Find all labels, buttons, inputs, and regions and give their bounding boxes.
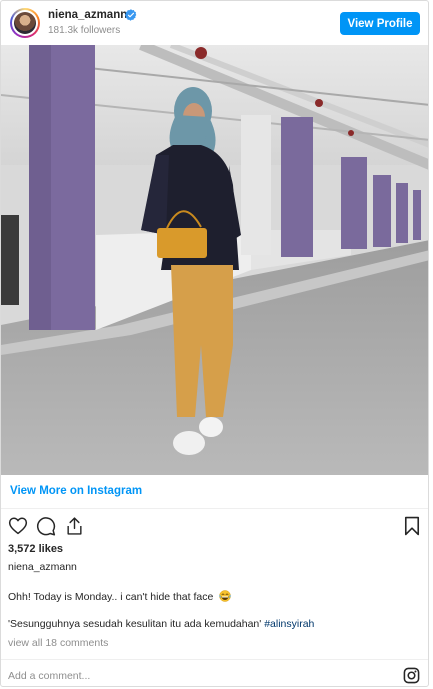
hashtag-link[interactable]: #alinsyirah	[264, 618, 314, 630]
view-all-comments-link[interactable]: view all 18 comments	[8, 637, 108, 649]
heart-icon[interactable]	[8, 516, 28, 535]
bookmark-icon[interactable]	[404, 516, 420, 536]
caption-text: Ohh! Today is Monday.. i can't hide that…	[8, 591, 214, 603]
comment-icon[interactable]	[36, 516, 56, 536]
follower-count: 181.3k followers	[48, 25, 121, 36]
share-icon[interactable]	[65, 516, 84, 536]
username[interactable]: niena_azmann	[48, 9, 127, 21]
post-photo[interactable]	[1, 45, 428, 475]
view-more-link[interactable]: View More on Instagram	[10, 485, 142, 497]
like-count[interactable]: 3,572 likes	[8, 543, 63, 555]
caption-line-1: Ohh! Today is Monday.. i can't hide that…	[8, 590, 231, 603]
laughing-emoji-icon	[219, 590, 231, 602]
caption-quote: 'Sesungguhnya sesudah kesulitan itu ada …	[8, 618, 262, 630]
photo-illustration	[1, 45, 428, 475]
verified-badge-icon	[125, 9, 137, 21]
caption-username[interactable]: niena_azmann	[8, 561, 77, 573]
caption-line-2: 'Sesungguhnya sesudah kesulitan itu ada …	[8, 618, 314, 630]
divider	[1, 508, 428, 509]
instagram-embed-card: niena_azmann 181.3k followers View Profi…	[0, 0, 429, 687]
avatar[interactable]	[10, 8, 40, 38]
divider	[1, 659, 428, 660]
view-profile-button[interactable]: View Profile	[340, 12, 420, 35]
instagram-logo-icon[interactable]	[403, 667, 420, 684]
post-header: niena_azmann 181.3k followers View Profi…	[1, 1, 428, 45]
add-comment-input[interactable]: Add a comment...	[8, 670, 90, 682]
